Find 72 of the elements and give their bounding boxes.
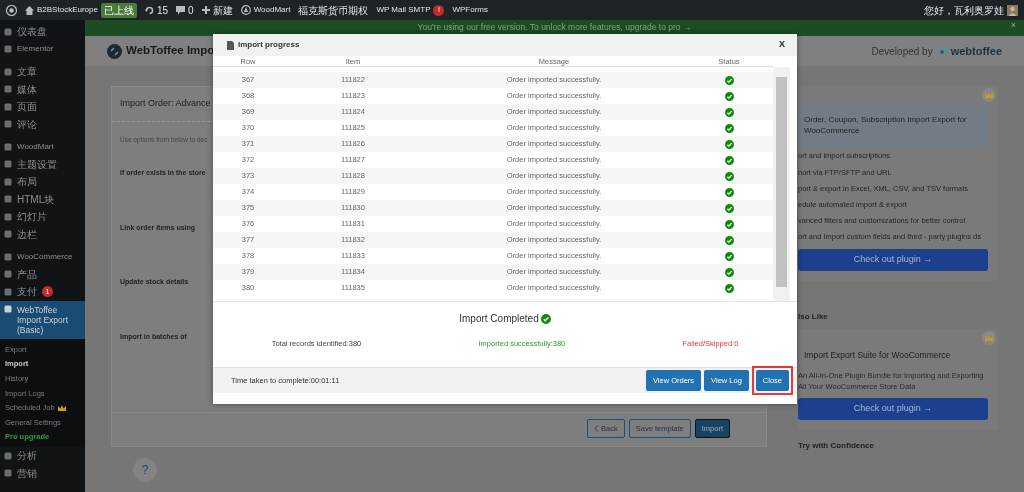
promo-title: Order, Coupon, Subscription Import Export for WooCommerce xyxy=(798,104,988,147)
chevron-left-icon xyxy=(594,425,599,433)
sidebar-label: WooCommerce xyxy=(17,250,73,263)
scrollbar[interactable] xyxy=(773,67,790,301)
updates-count[interactable]: 15 xyxy=(156,2,169,18)
brand-logo-icon xyxy=(936,47,947,55)
sidebar-item[interactable]: 边栏 xyxy=(0,225,85,243)
new-menu[interactable]: 新建 xyxy=(212,2,233,18)
sidebar-item[interactable]: WoodMart xyxy=(0,138,85,156)
sidebar-label: WebToffee Import Export (Basic) xyxy=(17,304,70,336)
sidebar-item[interactable]: 页面 xyxy=(0,98,85,116)
brand-name: webtoffee xyxy=(950,43,1002,59)
sidebar-label: 主题设置 xyxy=(17,157,57,172)
logo-icon xyxy=(107,43,122,59)
upgrade-notice[interactable]: You're using our free version. To unlock more features, upgrade to pro → xyxy=(417,21,692,34)
sidebar-item[interactable]: 幻灯片 xyxy=(0,208,85,226)
dialog-close-button[interactable]: X xyxy=(779,38,785,52)
toolbar-menu-item[interactable]: 福克斯货币期权 xyxy=(298,2,369,18)
sidebar-label: 产品 xyxy=(17,267,37,282)
sidebar-item[interactable]: 主题设置 xyxy=(0,155,85,173)
card-title: Import Order: Advance xyxy=(120,97,211,110)
sidebar-label: WoodMart xyxy=(17,140,54,153)
sidebar-item[interactable]: 产品 xyxy=(0,265,85,283)
sidebar-label: 支付 xyxy=(17,285,37,300)
sidebar-item[interactable]: 媒体 xyxy=(0,80,85,98)
site-link[interactable]: B2BStockEurope xyxy=(37,4,98,16)
comment-icon[interactable] xyxy=(176,5,186,15)
wordpress-logo-icon[interactable] xyxy=(6,4,17,16)
sidebar-item[interactable]: WebToffee Import Export (Basic) xyxy=(0,300,85,340)
sidebar-item[interactable]: 布局 xyxy=(0,173,85,191)
section-heading: Try with Confidence xyxy=(798,439,874,452)
section-heading: lso Like xyxy=(798,310,828,323)
sidebar-label: 媒体 xyxy=(17,82,37,97)
sidebar-label: HTML块 xyxy=(17,192,55,207)
sidebar-item[interactable]: WooCommerce xyxy=(0,248,85,266)
sidebar-label: 边栏 xyxy=(17,227,37,242)
developer-label: Developed by xyxy=(871,44,933,59)
plus-icon[interactable] xyxy=(201,6,210,14)
sidebar-label: 文章 xyxy=(17,65,37,80)
sidebar-item[interactable]: HTML块 xyxy=(0,190,85,208)
sidebar-item[interactable]: 分析 xyxy=(0,447,85,465)
check-out-button[interactable]: Check out plugin → xyxy=(798,249,988,271)
sidebar-label: 幻灯片 xyxy=(17,210,47,225)
sidebar-label: 布局 xyxy=(17,175,37,190)
toolbar-menu-item[interactable]: WP Mail SMTP xyxy=(376,4,431,16)
dialog-title: Import progress xyxy=(238,39,300,51)
page-title: WebToffee Impo xyxy=(126,43,215,59)
refresh-icon[interactable] xyxy=(144,5,154,15)
greeting[interactable]: 您好，瓦利奥罗娃 xyxy=(924,2,1004,18)
comments-count[interactable]: 0 xyxy=(188,2,194,18)
sidebar-label: 营销 xyxy=(17,466,37,481)
sidebar-item[interactable]: Elementor xyxy=(0,40,85,58)
document-icon xyxy=(227,40,234,50)
sidebar-label: 分析 xyxy=(17,449,37,464)
avatar-icon[interactable] xyxy=(1007,4,1018,16)
sidebar-label: 页面 xyxy=(17,100,37,115)
home-icon[interactable] xyxy=(25,5,34,15)
toolbar-menu-item[interactable]: WPForms xyxy=(452,4,489,16)
toolbar-menu-item[interactable]: WoodMart xyxy=(253,4,291,16)
promo-title: Import Export Suite for WooCommerce xyxy=(803,348,952,362)
sidebar-label: 评论 xyxy=(17,117,37,132)
sidebar-item[interactable]: 营销 xyxy=(0,464,85,483)
sidebar-item[interactable]: 评论 xyxy=(0,115,85,133)
check-out-button[interactable]: Check out plugin → xyxy=(798,398,988,420)
summary-title: Import Completed xyxy=(459,312,539,326)
circle-logo-icon[interactable] xyxy=(240,5,251,15)
sidebar-label: 仪表盘 xyxy=(17,25,47,40)
notice-close-button[interactable]: × xyxy=(1010,21,1016,30)
sidebar-item[interactable]: 文章 xyxy=(0,63,85,81)
sidebar-item[interactable]: 仪表盘 xyxy=(0,23,85,41)
sidebar-label: Elementor xyxy=(17,43,54,56)
status-badge: 已上线 xyxy=(100,2,137,18)
